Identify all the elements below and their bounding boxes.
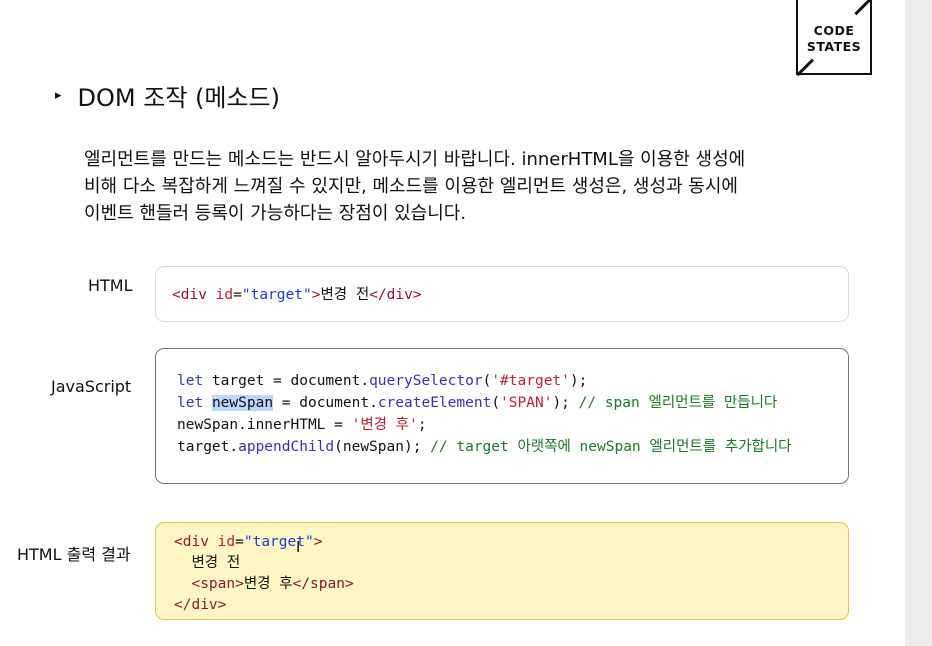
code-line: <div id="target"> [174, 534, 323, 550]
javascript-code-block: let target = document.querySelector('#ta… [155, 348, 849, 484]
code-line: <div id="target">변경 전</div> [172, 287, 422, 303]
logo-line-1: CODE [813, 22, 855, 38]
label-output: HTML 출력 결과 [17, 545, 131, 564]
code-line: newSpan.innerHTML = '변경 후'; [177, 417, 427, 433]
code-line: </div> [174, 597, 227, 613]
logo-diagonal-top [854, 0, 872, 15]
label-javascript: JavaScript [51, 377, 132, 396]
description-line: 엘리먼트를 만드는 메소드는 반드시 알아두시기 바랍니다. innerHTML… [84, 149, 746, 170]
selected-text: newSpan [211, 395, 274, 411]
code-line: 변경 전 [174, 555, 241, 571]
html-output-block: <div id="target"> 변경 전 <span>변경 후</span>… [155, 522, 849, 620]
description-line: 이벤트 핸들러 등록이 가능하다는 장점이 있습니다. [84, 203, 467, 224]
html-code-block: <div id="target">변경 전</div> [155, 266, 849, 322]
code-line: target.appendChild(newSpan); // target 아… [177, 439, 792, 455]
code-line: <span>변경 후</span> [174, 576, 354, 592]
scrollbar-track[interactable] [905, 0, 932, 646]
description: 엘리먼트를 만드는 메소드는 반드시 알아두시기 바랍니다. innerHTML… [84, 146, 844, 227]
text-cursor-icon: I [296, 538, 301, 556]
section-title-text: DOM 조작 (메소드) [77, 84, 280, 112]
logo-diagonal-bottom [796, 58, 814, 76]
bullet-triangle-icon: ▸ [55, 88, 62, 103]
codestates-logo: CODE STATES [796, 0, 872, 76]
code-line: let newSpan = document.createElement('SP… [177, 395, 778, 411]
logo-line-2: STATES [806, 38, 862, 54]
section-title: ▸ DOM 조작 (메소드) [55, 78, 280, 113]
code-line: let target = document.querySelector('#ta… [177, 373, 588, 389]
description-line: 비해 다소 복잡하게 느껴질 수 있지만, 메소드를 이용한 엘리먼트 생성은,… [84, 176, 738, 197]
label-html: HTML [88, 276, 133, 295]
